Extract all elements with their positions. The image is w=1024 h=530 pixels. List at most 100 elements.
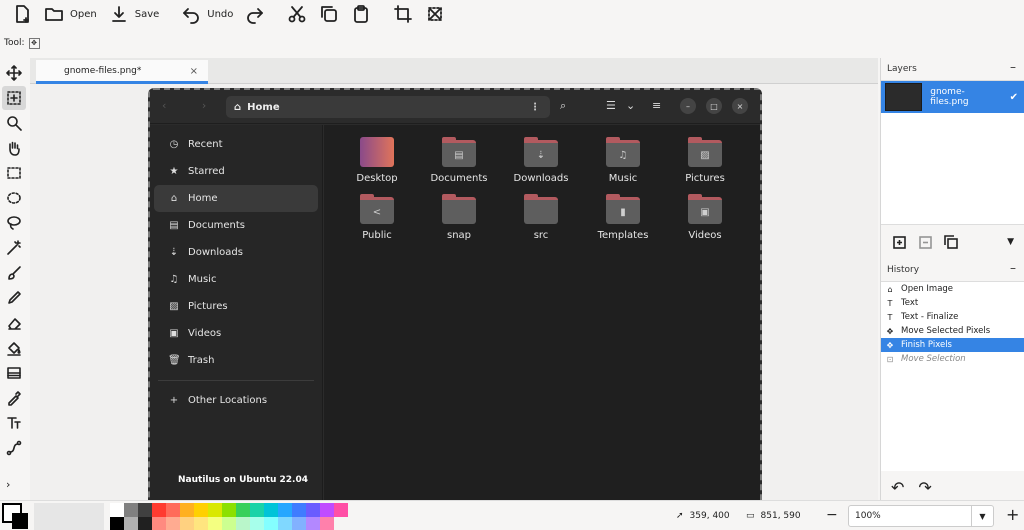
close-window-icon[interactable]: × <box>732 98 748 114</box>
history-item-selected[interactable]: ✥ Finish Pixels <box>881 338 1024 352</box>
palette-swatch[interactable] <box>138 517 152 530</box>
sidebar-item-starred[interactable]: ★ Starred <box>154 158 318 185</box>
close-tab-icon[interactable]: × <box>190 66 198 77</box>
zoom-in-icon[interactable]: + <box>1006 505 1019 524</box>
history-item-undone[interactable]: ⊡ Move Selection <box>881 352 1024 366</box>
palette-swatch[interactable] <box>250 503 264 517</box>
history-item[interactable]: ⌂ Open Image <box>881 282 1024 296</box>
rectangle-select-tool[interactable] <box>2 161 26 185</box>
chevron-down-icon[interactable]: ▼ <box>971 506 993 526</box>
sidebar-item-downloads[interactable]: ⇣ Downloads <box>154 239 318 266</box>
folder-templates[interactable]: ▮ Templates <box>582 194 664 241</box>
history-item[interactable]: T Text - Finalize <box>881 310 1024 324</box>
open-button[interactable]: Open <box>38 2 103 26</box>
lasso-select-tool[interactable] <box>2 211 26 235</box>
redo-icon[interactable]: ↷ <box>918 478 931 497</box>
palette-swatch[interactable] <box>166 503 180 517</box>
hamburger-menu-icon[interactable]: ≡ <box>652 99 661 112</box>
move-selected-tool[interactable] <box>2 61 26 85</box>
folder-desktop[interactable]: Desktop <box>336 137 418 184</box>
palette-swatch[interactable] <box>306 517 320 530</box>
add-layer-icon[interactable] <box>891 234 907 250</box>
eraser-tool[interactable] <box>2 311 26 335</box>
folder-pictures[interactable]: ▨ Pictures <box>664 137 746 184</box>
palette-swatch[interactable] <box>292 517 306 530</box>
palette-swatch[interactable] <box>222 503 236 517</box>
canvas-area[interactable]: ‹ › ⌂ Home ⋮ ⌕ ☰ ⌄ ≡ – □ × ◷ Recent ★ Star… <box>30 84 878 500</box>
sidebar-item-recent[interactable]: ◷ Recent <box>154 131 318 158</box>
save-button[interactable]: Save <box>103 2 166 26</box>
nav-arrows-icon[interactable]: ‹ › <box>162 99 222 112</box>
layer-item[interactable]: gnome-files.png ✔ <box>881 81 1024 113</box>
palette-swatch[interactable] <box>278 503 292 517</box>
line-curve-tool[interactable] <box>2 436 26 460</box>
palette-swatch[interactable] <box>222 517 236 530</box>
collapse-icon[interactable]: – <box>1010 60 1016 74</box>
maximize-icon[interactable]: □ <box>706 98 722 114</box>
search-icon[interactable]: ⌕ <box>560 99 566 113</box>
palette-swatch[interactable] <box>208 503 222 517</box>
sidebar-item-home[interactable]: ⌂ Home <box>154 185 318 212</box>
palette-swatch[interactable] <box>166 517 180 530</box>
path-bar[interactable]: ⌂ Home ⋮ <box>226 96 550 118</box>
new-image-button[interactable] <box>6 2 38 26</box>
deselect-button[interactable] <box>419 2 451 26</box>
paintbrush-tool[interactable] <box>2 261 26 285</box>
copy-button[interactable] <box>313 2 345 26</box>
palette-swatch[interactable] <box>292 503 306 517</box>
more-tools-chevron-icon[interactable]: › <box>6 478 10 491</box>
delete-layer-icon[interactable] <box>917 234 933 250</box>
palette-swatch[interactable] <box>236 517 250 530</box>
secondary-color-swatch[interactable] <box>12 513 28 529</box>
palette-swatch[interactable] <box>306 503 320 517</box>
folder-src[interactable]: src <box>500 194 582 241</box>
document-tab[interactable]: gnome-files.png* × <box>36 60 208 84</box>
folder-downloads[interactable]: ⇣ Downloads <box>500 137 582 184</box>
chevron-down-icon[interactable]: ⌄ <box>626 99 635 112</box>
move-selection-tool[interactable] <box>2 86 26 110</box>
palette-swatch[interactable] <box>180 503 194 517</box>
history-item[interactable]: ✥ Move Selected Pixels <box>881 324 1024 338</box>
pencil-tool[interactable] <box>2 286 26 310</box>
folder-music[interactable]: ♫ Music <box>582 137 664 184</box>
paint-bucket-tool[interactable] <box>2 336 26 360</box>
sidebar-item-documents[interactable]: ▤ Documents <box>154 212 318 239</box>
palette-swatch[interactable] <box>320 517 334 530</box>
ellipse-select-tool[interactable] <box>2 186 26 210</box>
text-tool[interactable] <box>2 411 26 435</box>
folder-snap[interactable]: snap <box>418 194 500 241</box>
undo-icon[interactable]: ↶ <box>891 478 904 497</box>
folder-public[interactable]: < Public <box>336 194 418 241</box>
palette-swatch[interactable] <box>152 517 166 530</box>
palette-swatch[interactable] <box>194 517 208 530</box>
palette-swatch[interactable] <box>320 503 334 517</box>
paste-button[interactable] <box>345 2 377 26</box>
layer-menu-chevron-icon[interactable]: ▼ <box>1007 237 1014 247</box>
current-tool-icon[interactable]: ✥ <box>28 37 40 49</box>
visibility-check-icon[interactable]: ✔ <box>1010 92 1018 103</box>
list-view-icon[interactable]: ☰ <box>606 99 616 112</box>
crop-button[interactable] <box>387 2 419 26</box>
cut-button[interactable] <box>281 2 313 26</box>
palette-swatch[interactable] <box>194 503 208 517</box>
palette-swatch[interactable] <box>264 517 278 530</box>
palette-swatch[interactable] <box>138 503 152 517</box>
palette-swatch[interactable] <box>110 503 124 517</box>
palette-swatch[interactable] <box>124 503 138 517</box>
duplicate-layer-icon[interactable] <box>943 234 959 250</box>
palette-swatch[interactable] <box>278 517 292 530</box>
palette-swatch[interactable] <box>250 517 264 530</box>
palette-swatch[interactable] <box>152 503 166 517</box>
pan-tool[interactable] <box>2 136 26 160</box>
color-picker-tool[interactable] <box>2 386 26 410</box>
palette-swatch[interactable] <box>334 503 348 517</box>
magic-wand-tool[interactable] <box>2 236 26 260</box>
zoom-select[interactable]: 100% ▼ <box>848 505 994 527</box>
palette-swatch[interactable] <box>236 503 250 517</box>
zoom-tool[interactable] <box>2 111 26 135</box>
collapse-icon[interactable]: – <box>1010 261 1016 275</box>
redo-button[interactable] <box>239 2 271 26</box>
sidebar-item-other-locations[interactable]: + Other Locations <box>154 387 318 414</box>
sidebar-item-pictures[interactable]: ▨ Pictures <box>154 293 318 320</box>
gradient-tool[interactable] <box>2 361 26 385</box>
